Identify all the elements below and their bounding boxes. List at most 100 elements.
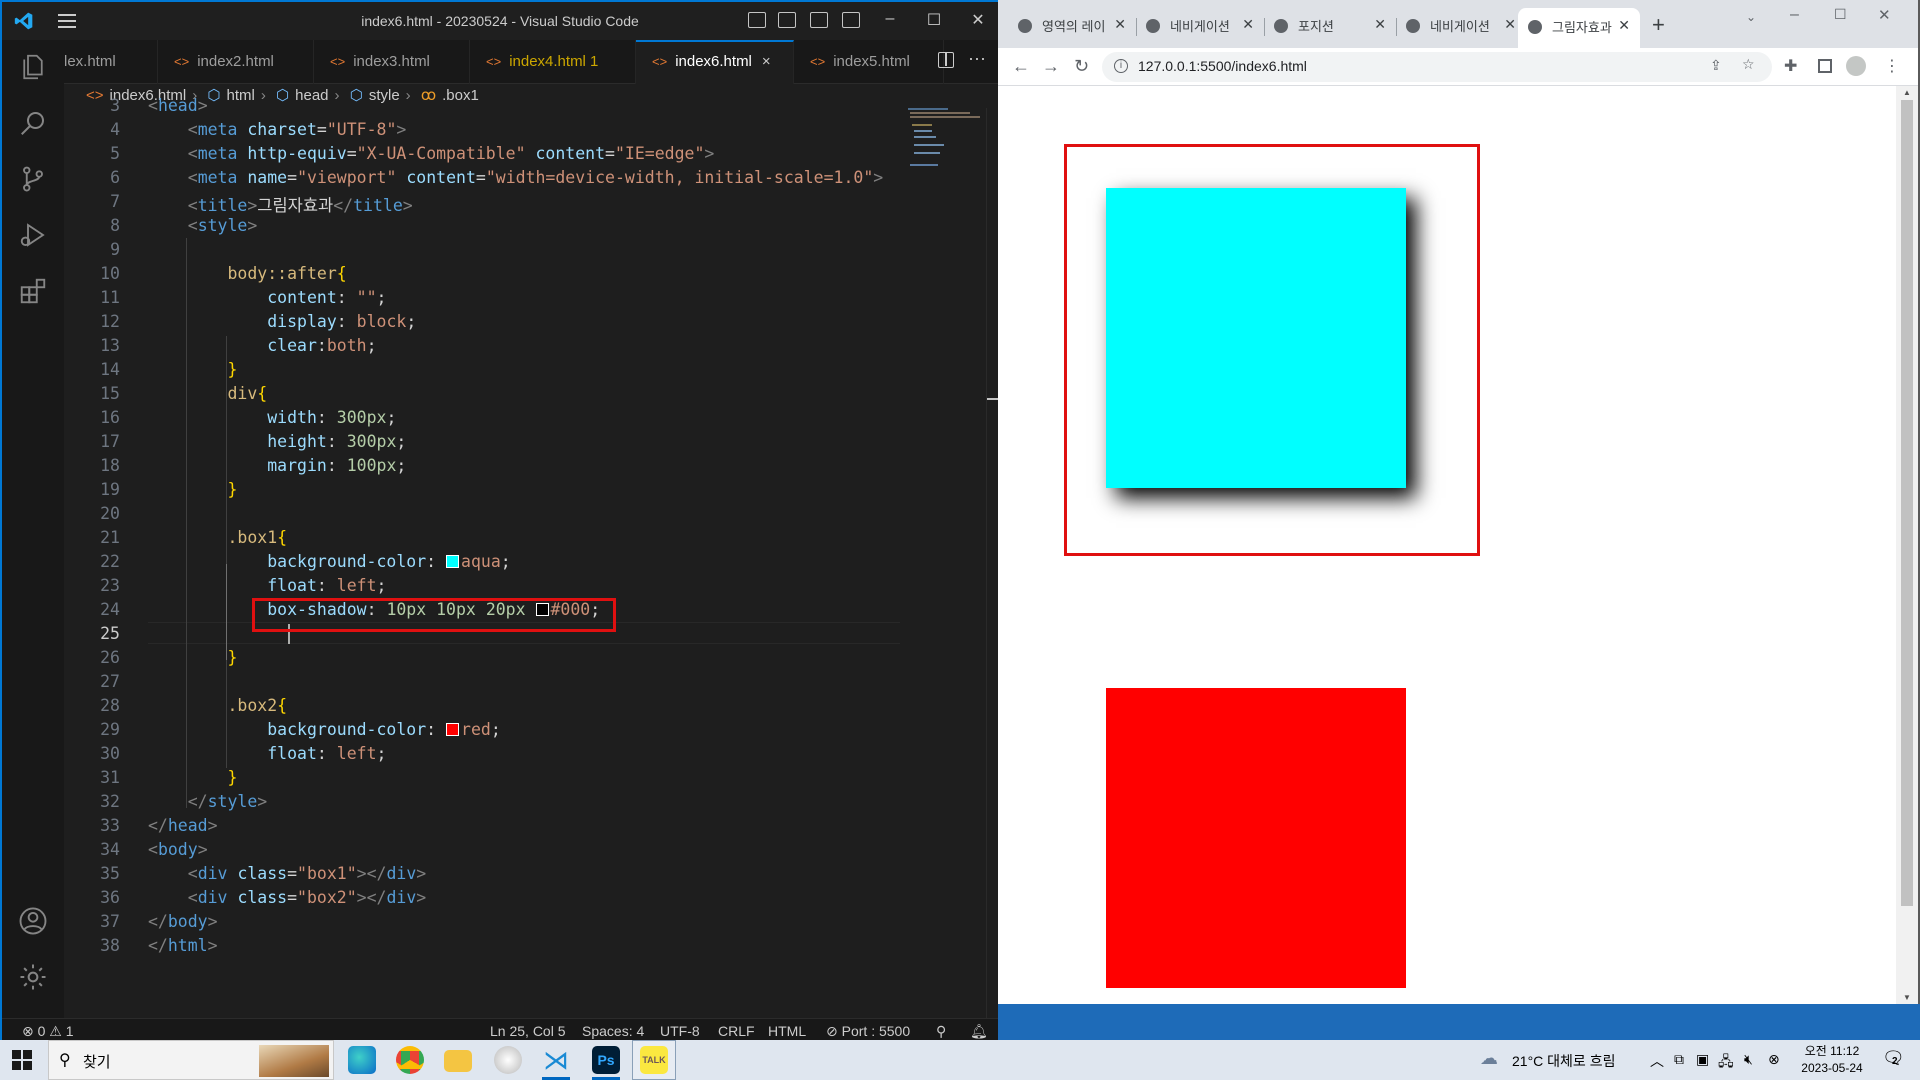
- breadcrumb-item[interactable]: html: [227, 87, 255, 104]
- line-number: 6: [110, 168, 120, 187]
- feedback-icon[interactable]: ⚲: [936, 1023, 946, 1040]
- editor-scrollbar[interactable]: [986, 108, 998, 1018]
- code-editor[interactable]: 3 4 5 6 7 8 9 10 11 12 13 14 15 16 17 18 19 20 21 22 23 24 25 2…: [64, 96, 900, 1018]
- run-debug-icon[interactable]: [18, 220, 48, 250]
- weather-text[interactable]: 21°C 대체로 흐림: [1512, 1051, 1615, 1071]
- browser-tab[interactable]: 포지션 ✕: [1274, 10, 1396, 40]
- live-server-port[interactable]: ⊘ Port : 5500: [826, 1023, 910, 1040]
- close-tab-icon[interactable]: ✕: [1504, 16, 1516, 33]
- code-line-5: <meta http-equiv="X-UA-Compatible" conte…: [187, 144, 715, 163]
- chrome-browser-icon[interactable]: [396, 1046, 424, 1074]
- color-swatch-red[interactable]: [446, 723, 460, 736]
- clock[interactable]: 오전 11:12 2023-05-24: [1794, 1043, 1870, 1077]
- app-icon[interactable]: [494, 1046, 522, 1074]
- language-mode[interactable]: HTML: [768, 1023, 806, 1039]
- more-actions-icon[interactable]: ···: [968, 48, 986, 69]
- breadcrumb-item[interactable]: .box1: [442, 87, 479, 104]
- minimize-icon[interactable]: –: [880, 10, 900, 28]
- close-tab-icon[interactable]: ✕: [1242, 16, 1254, 33]
- browser-tab-active[interactable]: 그림자효과 ✕: [1518, 8, 1640, 48]
- share-icon[interactable]: ⇪: [1710, 57, 1722, 74]
- breadcrumb-item[interactable]: style: [369, 87, 400, 104]
- tab-index6-html[interactable]: <> index6.html ×: [636, 40, 794, 84]
- site-info-icon[interactable]: i: [1114, 59, 1128, 73]
- line-number: 24: [100, 600, 120, 619]
- line-number: 31: [100, 768, 120, 787]
- network-icon[interactable]: 🖧︎: [1718, 1051, 1734, 1075]
- vscode-taskbar-icon[interactable]: ⋊: [542, 1046, 570, 1074]
- code-line-21: .box1{: [227, 528, 288, 547]
- code-line-3: <head>: [148, 96, 208, 115]
- close-tab-icon[interactable]: ✕: [1114, 16, 1126, 33]
- maximize-icon[interactable]: ☐: [924, 10, 944, 30]
- source-control-icon[interactable]: [18, 164, 48, 194]
- toggle-panel-icon[interactable]: [778, 12, 796, 28]
- breadcrumb-item[interactable]: head: [295, 87, 328, 104]
- browser-tab[interactable]: 네비게이션 ✕: [1146, 10, 1264, 40]
- code-line-32: </style>: [187, 792, 268, 811]
- tab-index-html[interactable]: lex.html: [64, 40, 158, 84]
- tab-search-icon[interactable]: ⌄: [1746, 10, 1756, 24]
- tab-index4-html[interactable]: <> index4.html 1: [470, 40, 636, 84]
- maximize-icon[interactable]: ☐: [1834, 6, 1847, 23]
- tab-label: index2.html: [197, 53, 274, 70]
- forward-arrow-icon[interactable]: →: [1042, 56, 1060, 77]
- toggle-primary-sidebar-icon[interactable]: [748, 12, 766, 28]
- close-tab-icon[interactable]: ✕: [1618, 17, 1630, 34]
- status-bar: ⊗ 0 ⚠ 1 Ln 25, Col 5 Spaces: 4 UTF-8 CRL…: [2, 1018, 998, 1042]
- new-tab-button[interactable]: +: [1652, 12, 1665, 38]
- globe-icon: [1406, 19, 1420, 33]
- notification-center-icon[interactable]: 🗨︎ 2: [1882, 1048, 1905, 1070]
- code-line-10: body::after{: [227, 264, 347, 283]
- split-editor-icon[interactable]: [938, 52, 954, 68]
- file-explorer-icon[interactable]: [444, 1050, 472, 1072]
- browser-tab[interactable]: 영역의 레이 ✕: [1018, 10, 1136, 40]
- minimize-icon[interactable]: –: [1790, 6, 1799, 24]
- tray-app-icon[interactable]: ▣: [1696, 1051, 1709, 1068]
- encoding-setting[interactable]: UTF-8: [660, 1023, 700, 1039]
- code-line-19: }: [227, 480, 238, 499]
- side-panel-icon[interactable]: [1818, 59, 1832, 73]
- tab-index5-html[interactable]: <> index5.html: [794, 40, 944, 84]
- cursor-position[interactable]: Ln 25, Col 5: [490, 1023, 566, 1039]
- taskbar-search[interactable]: ⚲ 찾기: [48, 1040, 334, 1080]
- extensions-icon[interactable]: [18, 276, 48, 306]
- volume-muted-icon[interactable]: 🔇︎: [1744, 1051, 1753, 1068]
- edge-browser-icon[interactable]: [348, 1046, 376, 1074]
- close-window-icon[interactable]: ✕: [968, 10, 988, 30]
- browser-menu-icon[interactable]: ⋮: [1884, 56, 1900, 76]
- browser-tab-label: 네비게이션: [1170, 19, 1230, 34]
- profile-avatar-icon[interactable]: [1846, 56, 1866, 76]
- explorer-icon[interactable]: [18, 52, 48, 82]
- tray-close-icon[interactable]: ⊗: [1768, 1051, 1780, 1068]
- extensions-puzzle-icon[interactable]: ✚: [1784, 56, 1797, 76]
- settings-gear-icon[interactable]: [18, 962, 48, 992]
- accounts-icon[interactable]: [18, 906, 48, 936]
- customize-layout-icon[interactable]: [842, 12, 860, 28]
- tab-close-icon[interactable]: ×: [762, 53, 771, 70]
- search-icon[interactable]: [18, 108, 48, 138]
- chevron-up-icon[interactable]: ︿: [1650, 1051, 1664, 1071]
- indentation-setting[interactable]: Spaces: 4: [582, 1023, 644, 1039]
- toggle-secondary-sidebar-icon[interactable]: [810, 12, 828, 28]
- notifications-bell-icon[interactable]: 🔔︎: [970, 1023, 988, 1040]
- windows-start-icon[interactable]: [12, 1050, 32, 1070]
- tab-index3-html[interactable]: <> index3.html: [314, 40, 470, 84]
- tab-index2-html[interactable]: <> index2.html: [158, 40, 314, 84]
- address-bar[interactable]: i 127.0.0.1:5500/index6.html ⇪ ☆: [1102, 52, 1772, 82]
- problems-indicator[interactable]: ⊗ 0 ⚠ 1: [22, 1023, 74, 1040]
- editor-tabs: lex.html <> index2.html <> index3.html <> i…: [64, 40, 998, 84]
- eol-setting[interactable]: CRLF: [718, 1023, 755, 1039]
- minimap[interactable]: [900, 108, 998, 1018]
- close-tab-icon[interactable]: ✕: [1374, 16, 1386, 33]
- color-swatch-aqua[interactable]: [446, 555, 460, 568]
- close-window-icon[interactable]: ✕: [1878, 6, 1891, 24]
- bookmark-star-icon[interactable]: ☆: [1742, 56, 1755, 73]
- photoshop-icon[interactable]: Ps: [592, 1046, 620, 1074]
- line-number: 35: [100, 864, 120, 883]
- page-scrollbar-thumb[interactable]: [1901, 100, 1913, 906]
- back-arrow-icon[interactable]: ←: [1012, 56, 1030, 77]
- reload-icon[interactable]: ↻: [1074, 56, 1089, 77]
- browser-tab[interactable]: 네비게이션 ✕: [1406, 10, 1526, 40]
- tray-app-icon[interactable]: ⧉: [1674, 1051, 1684, 1068]
